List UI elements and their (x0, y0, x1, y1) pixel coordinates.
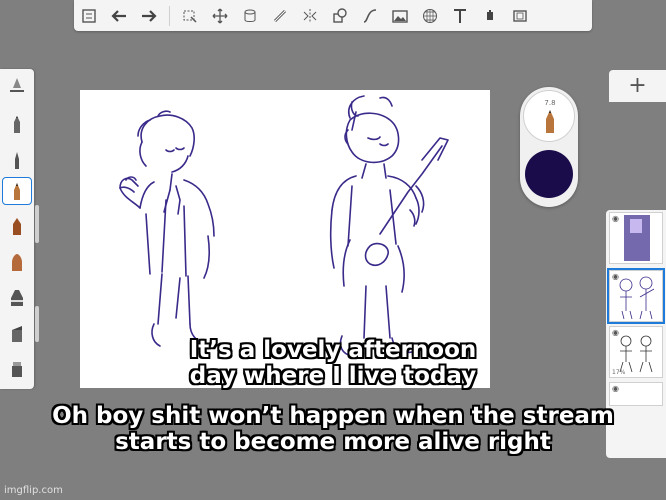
fill-icon[interactable] (235, 0, 265, 31)
eye-icon[interactable]: ◉ (612, 328, 619, 337)
pencil-icon[interactable] (3, 111, 31, 137)
eye-icon[interactable]: ◉ (612, 214, 619, 223)
pen-icon[interactable] (3, 147, 31, 173)
redo-icon[interactable] (134, 0, 164, 31)
menu-icon[interactable] (74, 0, 104, 31)
caption-line-3: Oh boy shit won’t happen when the stream (52, 403, 614, 429)
undo-icon[interactable] (104, 0, 134, 31)
add-layer-button[interactable]: + (628, 75, 646, 97)
symmetry-icon[interactable] (295, 0, 325, 31)
image-icon[interactable] (385, 0, 415, 31)
fineliner-icon[interactable] (2, 177, 32, 205)
color-swatch[interactable] (525, 150, 573, 198)
brush-size-dial[interactable]: 7.8 (523, 90, 575, 142)
brush-size-label: 7.8 (544, 99, 556, 107)
ruler-icon[interactable] (265, 0, 295, 31)
brush-puck[interactable]: 7.8 (520, 87, 578, 207)
layer-icon[interactable] (475, 0, 505, 31)
select-icon[interactable] (175, 0, 205, 31)
caption-line-4: starts to become more alive right (115, 429, 551, 455)
eye-icon[interactable]: ◉ (612, 272, 619, 281)
layer-thumbnail[interactable]: ◉ (607, 268, 665, 324)
text-icon[interactable] (445, 0, 475, 31)
top-toolbar (74, 0, 592, 31)
panel-resize-handle[interactable] (35, 205, 39, 243)
fullscreen-icon[interactable] (505, 0, 535, 31)
watermark: imgflip.com (4, 485, 63, 496)
layer-thumbnail[interactable]: ◉ (609, 212, 663, 264)
perspective-icon[interactable] (415, 0, 445, 31)
toolbar-divider (169, 5, 170, 26)
fineliner-preview-icon (546, 110, 554, 133)
panel-resize-handle[interactable] (35, 306, 39, 342)
curve-icon[interactable] (355, 0, 385, 31)
marker-icon[interactable] (3, 213, 31, 239)
layers-header: + (609, 70, 666, 102)
eraser-icon[interactable] (3, 73, 31, 99)
transform-icon[interactable] (205, 0, 235, 31)
shapes-icon[interactable] (325, 0, 355, 31)
airbrush-icon[interactable] (3, 284, 31, 310)
caption-line-2: day where I live today (189, 363, 477, 389)
caption-line-1: It’s a lovely afternoon (189, 337, 477, 363)
brush-icon[interactable] (3, 249, 31, 275)
